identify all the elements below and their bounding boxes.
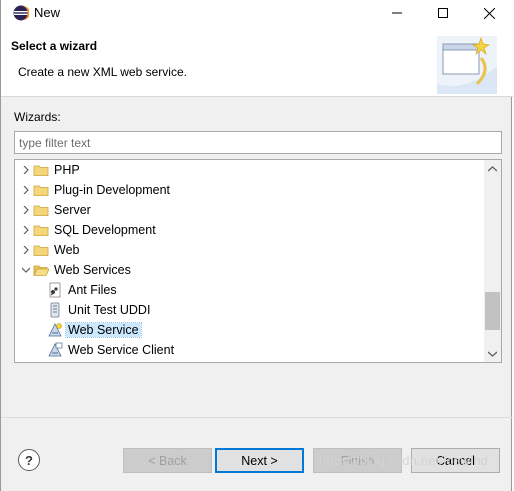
footer-separator [1,417,513,418]
web-service-icon [48,323,62,337]
tree-item-sql-development[interactable]: SQL Development [15,220,485,240]
minimize-icon [392,12,402,14]
maximize-icon [438,8,448,18]
tree-item-label: PHP [54,163,80,177]
maximize-button[interactable] [420,0,466,26]
chevron-right-icon[interactable] [19,220,33,240]
page-description: Create a new XML web service. [18,65,187,79]
tree-item-ant-files[interactable]: Ant Files [15,280,485,300]
uddi-icon [50,302,60,318]
ant-files-icon [49,282,61,298]
scroll-up-arrow-icon[interactable] [484,160,501,177]
chevron-down-icon[interactable] [19,260,33,280]
window-title: New [34,5,61,20]
tree-item-web[interactable]: Web [15,240,485,260]
wizards-label: Wizards: [14,110,61,124]
page-title: Select a wizard [11,39,98,53]
help-button[interactable]: ? [18,449,40,471]
tree-item-web-service-client[interactable]: Web Service Client [15,340,485,360]
web-service-client-icon [48,342,63,357]
tree-item-php[interactable]: PHP [15,160,485,180]
wizard-tree[interactable]: PHP Plug-in Development Server SQL Devel… [14,159,502,363]
tree-item-label: Web Services [54,263,131,277]
folder-icon [33,205,49,216]
tree-item-server[interactable]: Server [15,200,485,220]
tree-item-label: Web Service [65,322,142,338]
tree-item-label: Ant Files [68,283,117,297]
tree-item-label: Web [54,243,80,257]
folder-icon [33,245,49,256]
watermark: https://blog.csdn.net/icewind [319,453,489,468]
tree-item-label: Web Service Client [68,343,175,357]
chevron-right-icon[interactable] [19,160,33,180]
tree-item-label: SQL Development [54,223,156,237]
new-wizard-banner-icon [437,36,497,94]
title-bar: New [1,0,513,26]
tree-item-plug-in-development[interactable]: Plug-in Development [15,180,485,200]
tree-item-label: Server [54,203,91,217]
close-button[interactable] [466,0,512,26]
tree-item-label: Unit Test UDDI [68,303,151,317]
scrollbar-thumb[interactable] [485,292,500,330]
close-icon [483,7,495,19]
tree-item-web-services[interactable]: Web Services [15,260,485,280]
minimize-button[interactable] [374,0,420,26]
help-icon: ? [25,452,33,468]
chevron-right-icon[interactable] [19,180,33,200]
eclipse-icon [13,5,29,21]
chevron-right-icon[interactable] [19,240,33,260]
folder-open-icon [33,265,49,276]
tree-item-label: Plug-in Development [54,183,171,197]
folder-icon [33,225,49,236]
tree-item-unit-test-uddi[interactable]: Unit Test UDDI [15,300,485,320]
wizard-header: Select a wizard Create a new XML web ser… [1,26,513,97]
back-button[interactable]: < Back [123,448,212,473]
new-wizard-dialog: New Select a wizard Create a new XML web… [0,0,513,491]
folder-icon [33,165,49,176]
tree-item-web-service[interactable]: Web Service [15,320,485,340]
next-button[interactable]: Next > [215,448,304,473]
scroll-down-arrow-icon[interactable] [484,345,501,362]
folder-icon [33,185,49,196]
filter-input[interactable] [14,131,502,154]
chevron-right-icon[interactable] [19,200,33,220]
tree-scrollbar[interactable] [484,160,501,362]
